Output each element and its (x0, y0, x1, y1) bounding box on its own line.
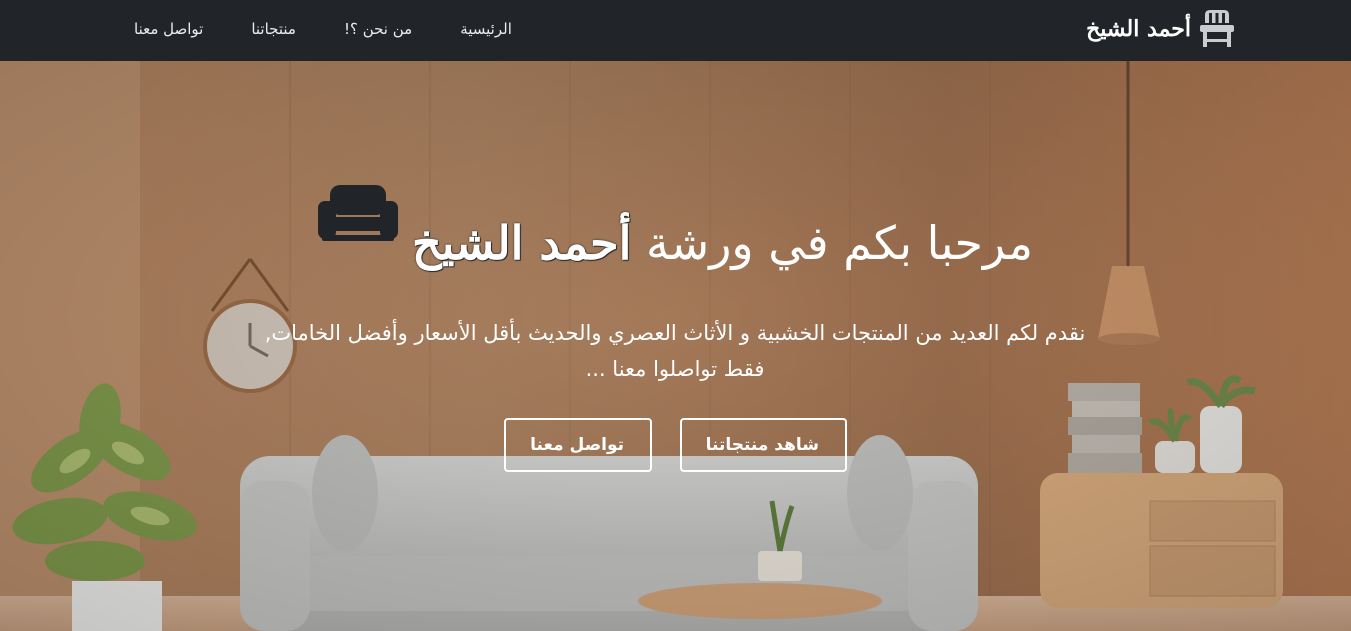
page: أحمد الشيخ الرئيسية من نحن ؟! منتجاتنا ت… (0, 0, 1351, 631)
hero-title-prefix: مرحبا بكم في ورشة (646, 215, 1034, 270)
contact-us-button[interactable]: تواصل معنا (504, 418, 652, 472)
nav-link-products[interactable]: منتجاتنا (227, 20, 320, 38)
nav-link-contact[interactable]: تواصل معنا (110, 20, 227, 38)
sofa-icon (317, 185, 398, 241)
brand-name: أحمد الشيخ (1086, 16, 1191, 42)
hero-buttons: شاهد منتجاتنا تواصل معنا (0, 418, 1351, 472)
hero-title-row: مرحبا بكم في ورشة أحمد الشيخ (0, 181, 1351, 271)
hero-section: مرحبا بكم في ورشة أحمد الشيخ نقدم لكم ال… (0, 61, 1351, 631)
brand-logo[interactable]: أحمد الشيخ (1086, 6, 1235, 52)
hero-description: نقدم لكم العديد من المنتجات الخشبية و ال… (264, 321, 1086, 381)
nav-links: الرئيسية من نحن ؟! منتجاتنا تواصل معنا (110, 0, 536, 57)
nav-link-home[interactable]: الرئيسية (436, 20, 536, 38)
hero-title: مرحبا بكم في ورشة أحمد الشيخ (412, 216, 1033, 271)
view-products-button[interactable]: شاهد منتجاتنا (680, 418, 847, 472)
hero-title-brand: أحمد الشيخ (411, 215, 632, 270)
navbar: أحمد الشيخ الرئيسية من نحن ؟! منتجاتنا ت… (0, 0, 1351, 61)
nav-link-about[interactable]: من نحن ؟! (320, 20, 436, 38)
chair-icon (1200, 10, 1234, 47)
